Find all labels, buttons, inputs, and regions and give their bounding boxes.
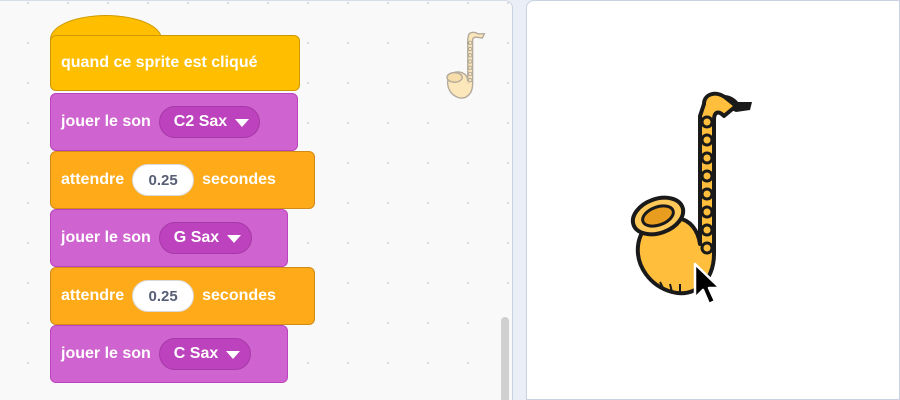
sound-dropdown-value: C Sax bbox=[173, 345, 219, 362]
sound-dropdown[interactable]: C Sax bbox=[158, 338, 252, 370]
sound-dropdown-value: G Sax bbox=[173, 229, 220, 246]
sound-dropdown[interactable]: G Sax bbox=[158, 222, 253, 254]
wait-seconds-input[interactable]: 0.25 bbox=[132, 164, 195, 196]
wait-block[interactable]: attendre 0.25 secondes bbox=[50, 151, 315, 209]
wait-seconds-input[interactable]: 0.25 bbox=[132, 280, 195, 312]
when-sprite-clicked-block[interactable]: quand ce sprite est cliqué bbox=[50, 35, 300, 91]
arrow-cursor-icon bbox=[693, 262, 722, 306]
play-sound-block[interactable]: jouer le son G Sax bbox=[50, 209, 288, 267]
block-label: jouer le son bbox=[61, 229, 151, 246]
block-label-suffix: secondes bbox=[202, 171, 276, 188]
vertical-scrollbar[interactable] bbox=[501, 317, 509, 400]
block-label: attendre bbox=[61, 287, 125, 304]
saxophone-icon bbox=[446, 31, 486, 99]
play-sound-block[interactable]: jouer le son C Sax bbox=[50, 325, 288, 383]
code-area[interactable]: quand ce sprite est cliqué jouer le son … bbox=[0, 0, 513, 400]
block-label: jouer le son bbox=[61, 345, 151, 362]
block-label: attendre bbox=[61, 171, 125, 188]
scratch-editor: quand ce sprite est cliqué jouer le son … bbox=[0, 0, 900, 400]
sound-dropdown-value: C2 Sax bbox=[173, 113, 228, 130]
sound-dropdown[interactable]: C2 Sax bbox=[158, 106, 261, 138]
block-label: quand ce sprite est cliqué bbox=[61, 54, 258, 71]
block-label: jouer le son bbox=[61, 113, 151, 130]
wait-block[interactable]: attendre 0.25 secondes bbox=[50, 267, 315, 325]
block-label-suffix: secondes bbox=[202, 287, 276, 304]
chevron-down-icon bbox=[226, 351, 241, 359]
play-sound-block[interactable]: jouer le son C2 Sax bbox=[50, 93, 298, 151]
saxophone-icon[interactable] bbox=[620, 86, 760, 300]
chevron-down-icon bbox=[235, 119, 250, 127]
chevron-down-icon bbox=[227, 235, 242, 243]
